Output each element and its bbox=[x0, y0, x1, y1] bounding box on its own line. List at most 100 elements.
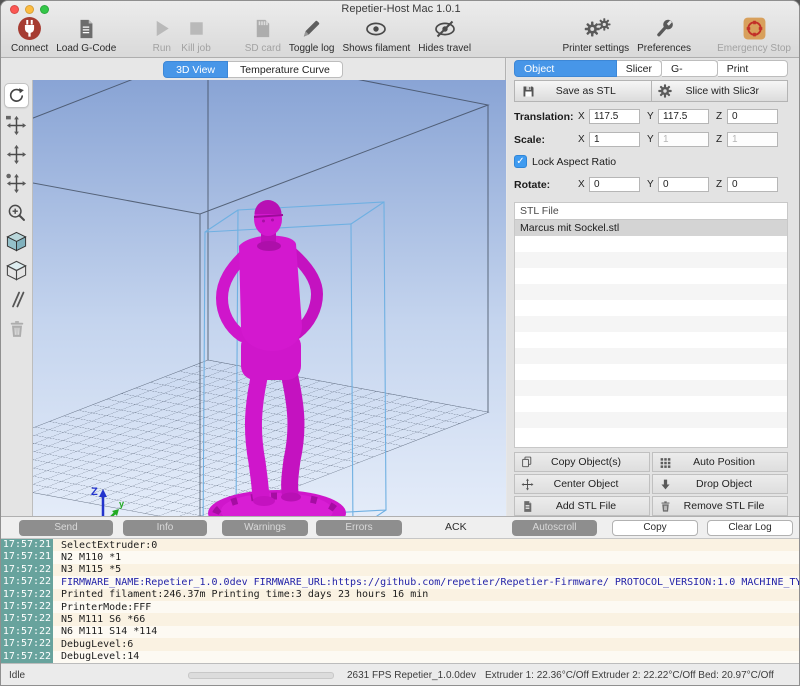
toolbar-preferences[interactable]: Preferences bbox=[633, 14, 695, 55]
viewport-toolbar bbox=[1, 80, 33, 516]
ack-label: ACK bbox=[445, 521, 467, 533]
toolbar-connect[interactable]: Connect bbox=[7, 14, 52, 55]
copy-log-button[interactable]: Copy bbox=[612, 520, 698, 536]
sd-card-icon bbox=[251, 15, 274, 42]
toolbar-printer-settings[interactable]: Printer settings bbox=[558, 14, 633, 55]
trash-icon bbox=[7, 319, 27, 339]
log-filter-info[interactable]: Info bbox=[123, 520, 207, 536]
toolbar-sd-card[interactable]: SD card bbox=[241, 14, 285, 55]
gear-icon bbox=[652, 83, 678, 99]
status-bar: Idle 2631 FPS Repetier_1.0.0dev Extruder… bbox=[1, 663, 800, 686]
translation-z-input[interactable] bbox=[727, 109, 778, 124]
autoscroll-button[interactable]: Autoscroll bbox=[512, 520, 597, 536]
log-filter-warnings[interactable]: Warnings bbox=[222, 520, 308, 536]
magnifier-icon bbox=[6, 202, 27, 223]
tab-slicer[interactable]: Slicer bbox=[617, 60, 662, 77]
rotate-y-input[interactable] bbox=[658, 177, 709, 192]
log-line: 17:57:22N3 M115 *5 bbox=[1, 564, 800, 576]
status-state: Idle bbox=[9, 670, 25, 681]
status-fps: 2631 FPS Repetier_1.0.0dev bbox=[347, 670, 476, 681]
parallel-projection-button[interactable] bbox=[5, 288, 28, 311]
move-object-button[interactable] bbox=[5, 172, 28, 195]
zoom-view-button[interactable] bbox=[5, 201, 28, 224]
toolbar-hides-travel[interactable]: Hides travel bbox=[414, 14, 475, 55]
plug-icon bbox=[17, 15, 42, 42]
front-view-button[interactable] bbox=[5, 259, 28, 282]
isometric-view-button[interactable] bbox=[5, 230, 28, 253]
down-arrow-icon bbox=[653, 478, 677, 491]
rotate-icon bbox=[7, 86, 26, 105]
action-row: Save as STL Slice with Slic3r bbox=[514, 80, 788, 102]
object-buttons: Copy Object(s) Auto Position Center Obje… bbox=[514, 452, 788, 516]
lock-aspect-label: Lock Aspect Ratio bbox=[532, 156, 616, 168]
eye-icon bbox=[364, 15, 388, 42]
log-line: 17:57:22N5 M111 S6 *66 bbox=[1, 613, 800, 625]
view-tabs: 3D View Temperature Curve bbox=[1, 61, 505, 78]
center-object-button[interactable]: Center Object bbox=[514, 474, 650, 494]
lock-aspect-row: ✓ Lock Aspect Ratio bbox=[514, 154, 788, 169]
clear-log-button[interactable]: Clear Log bbox=[707, 520, 793, 536]
tab-print-panel[interactable]: Print Panel bbox=[718, 60, 788, 77]
tab-3d-view[interactable]: 3D View bbox=[163, 61, 228, 78]
transform-form: Translation: X Y Z Scale: X Y Z bbox=[514, 108, 788, 199]
copy-icon bbox=[515, 455, 539, 469]
log-filter-errors[interactable]: Errors bbox=[316, 520, 402, 536]
center-icon bbox=[515, 478, 539, 491]
log-line: 17:57:22FIRMWARE_NAME:Repetier_1.0.0dev … bbox=[1, 576, 800, 588]
play-icon bbox=[150, 15, 173, 42]
log-filter-send[interactable]: Send bbox=[19, 520, 113, 536]
title-bar: Repetier-Host Mac 1.0.1 Connect Load bbox=[1, 1, 800, 58]
rotate-x-input[interactable] bbox=[589, 177, 640, 192]
stl-file-row[interactable]: Marcus mit Sockel.stl bbox=[515, 220, 787, 236]
main-area: 3D View Temperature Curve bbox=[1, 58, 800, 516]
tab-temperature-curve[interactable]: Temperature Curve bbox=[228, 61, 343, 78]
grid-icon bbox=[653, 456, 677, 469]
toolbar-load-gcode[interactable]: Load G-Code bbox=[52, 14, 120, 55]
tab-gcode[interactable]: G-Code bbox=[662, 60, 718, 77]
main-toolbar: Connect Load G-Code Run Kill job bbox=[1, 14, 800, 58]
log-panel: Send Info Warnings Errors ACK Autoscroll… bbox=[1, 516, 800, 663]
translation-x-input[interactable] bbox=[589, 109, 640, 124]
log-line: 17:57:22DebugLevel:6 bbox=[1, 638, 800, 650]
lock-aspect-checkbox[interactable]: ✓ bbox=[514, 155, 527, 168]
toolbar-shows-filament[interactable]: Shows filament bbox=[338, 14, 414, 55]
axis-y-label: y bbox=[119, 499, 124, 509]
copy-objects-button[interactable]: Copy Object(s) bbox=[514, 452, 650, 472]
toolbar-emergency-stop[interactable]: Emergency Stop bbox=[713, 14, 795, 55]
tab-object-placement[interactable]: Object Placement bbox=[514, 60, 617, 77]
slice-with-slic3r-button[interactable]: Slice with Slic3r bbox=[652, 80, 789, 102]
scale-row: Scale: X Y Z bbox=[514, 131, 788, 148]
rotate-z-input[interactable] bbox=[727, 177, 778, 192]
stl-list-header: STL File bbox=[514, 202, 788, 220]
wrench-icon bbox=[653, 15, 676, 42]
log-lines[interactable]: 17:57:21SelectExtruder:0 17:57:21N2 M110… bbox=[1, 539, 800, 663]
axis-z-label: Z bbox=[91, 486, 98, 498]
scale-z-input[interactable] bbox=[727, 132, 778, 147]
status-temperatures: Extruder 1: 22.36°C/Off Extruder 2: 22.2… bbox=[485, 670, 774, 681]
eye-slash-icon bbox=[433, 15, 457, 42]
remove-stl-file-button[interactable]: Remove STL File bbox=[652, 496, 788, 516]
rotate-view-button[interactable] bbox=[4, 83, 29, 108]
scale-x-input[interactable] bbox=[589, 132, 640, 147]
toolbar-toggle-log[interactable]: Toggle log bbox=[285, 14, 339, 55]
cube-solid-icon bbox=[5, 230, 28, 253]
add-stl-file-button[interactable]: Add STL File bbox=[514, 496, 650, 516]
viewport-3d[interactable]: Z y x bbox=[33, 80, 506, 516]
auto-position-button[interactable]: Auto Position bbox=[652, 452, 788, 472]
log-line: 17:57:22N6 M111 S14 *114 bbox=[1, 626, 800, 638]
save-as-stl-button[interactable]: Save as STL bbox=[514, 80, 652, 102]
translation-y-input[interactable] bbox=[658, 109, 709, 124]
move-viewpoint-button[interactable] bbox=[5, 114, 28, 137]
app-window: Repetier-Host Mac 1.0.1 Connect Load bbox=[0, 0, 800, 686]
toolbar-kill-job[interactable]: Kill job bbox=[177, 14, 214, 55]
progress-bar bbox=[188, 672, 334, 679]
move-button[interactable] bbox=[5, 143, 28, 166]
scale-y-input[interactable] bbox=[658, 132, 709, 147]
drop-object-button[interactable]: Drop Object bbox=[652, 474, 788, 494]
translation-row: Translation: X Y Z bbox=[514, 108, 788, 125]
delete-object-button[interactable] bbox=[5, 317, 28, 340]
toolbar-run[interactable]: Run bbox=[146, 14, 177, 55]
move-icon bbox=[6, 144, 27, 165]
log-line: 17:57:22DebugLevel:14 bbox=[1, 651, 800, 663]
trash-icon bbox=[653, 500, 677, 513]
